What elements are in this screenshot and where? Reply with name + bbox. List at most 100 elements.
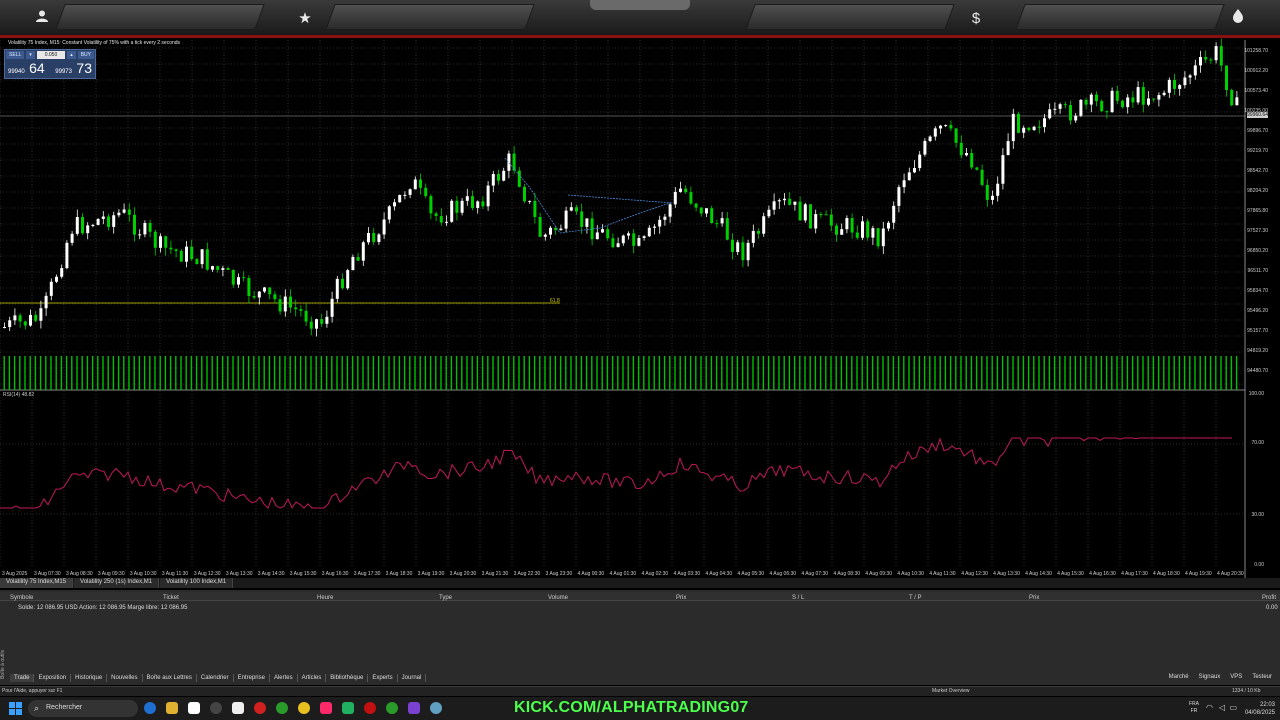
column-header-sl[interactable]: S / L: [792, 595, 804, 601]
candle-body: [777, 200, 781, 202]
lot-increase-button[interactable]: ▴: [67, 51, 76, 59]
volume-bar: [86, 356, 89, 390]
volume-bar: [596, 356, 598, 390]
store-icon[interactable]: [188, 702, 200, 714]
candle-body: [902, 180, 906, 188]
taskbar-search-box[interactable]: ⌕ Rechercher: [28, 700, 138, 717]
star-icon[interactable]: ★: [295, 9, 315, 29]
app-icon[interactable]: [254, 702, 266, 714]
column-header-type[interactable]: Type: [439, 595, 452, 601]
chart-tab[interactable]: Volatility 75 Index,M15: [0, 578, 74, 588]
vps-link[interactable]: VPS: [1230, 674, 1242, 680]
candle-body: [1173, 79, 1176, 89]
candle-body: [746, 242, 750, 261]
lot-decrease-button[interactable]: ▾: [26, 51, 35, 59]
tab-calendar[interactable]: Calendrier: [197, 674, 234, 682]
tab-library[interactable]: Bibliothèque: [326, 674, 369, 682]
candle-body: [476, 201, 480, 208]
volume-bar: [757, 356, 759, 390]
app-icon[interactable]: [210, 702, 222, 714]
sell-price[interactable]: 99940 64: [8, 60, 45, 78]
candle-body: [679, 188, 682, 192]
column-header-time[interactable]: Heure: [317, 595, 333, 601]
tab-exposure[interactable]: Exposition: [34, 674, 72, 682]
tab-trade[interactable]: Trade: [10, 674, 35, 682]
app-icon[interactable]: [408, 702, 420, 714]
time-axis-label: 3 Aug 2025: [2, 571, 28, 577]
volume-bar: [736, 356, 739, 390]
column-header-ticket[interactable]: Ticket: [163, 595, 179, 601]
edge-icon[interactable]: [144, 702, 156, 714]
flame-icon[interactable]: [1228, 9, 1248, 29]
chart-tab[interactable]: Volatility 100 Index,M1: [160, 578, 234, 588]
column-header-current-price[interactable]: Prix: [1029, 595, 1039, 601]
candle-body: [481, 201, 485, 207]
tester-link[interactable]: Testeur: [1252, 674, 1272, 680]
bar-slab: [745, 4, 955, 30]
system-clock[interactable]: 22:03 04/08/2025: [1245, 701, 1275, 717]
app-icon[interactable]: [386, 702, 398, 714]
tab-news[interactable]: Nouvelles: [107, 674, 143, 682]
one-click-trading-panel[interactable]: SELL ▾ 0.050 ▴ BUY 99940 64 99973 73: [4, 49, 96, 79]
volume-bar: [819, 356, 822, 390]
candle-body: [96, 218, 100, 225]
volume-icon[interactable]: ◁: [1219, 703, 1225, 712]
volume-bar: [637, 356, 640, 390]
tab-company[interactable]: Entreprise: [234, 674, 270, 682]
tab-journal[interactable]: Journal: [398, 674, 427, 682]
column-header-volume[interactable]: Volume: [548, 595, 568, 601]
user-icon[interactable]: [32, 9, 52, 29]
candle-body: [153, 231, 157, 248]
column-header-tp[interactable]: T / P: [909, 595, 922, 601]
volume-bar: [1079, 356, 1082, 390]
column-header-symbol[interactable]: Symbole: [10, 595, 33, 601]
price-chart[interactable]: Volatility 75 Index, M15: Constant Volat…: [0, 38, 1280, 578]
candle-body: [793, 201, 797, 205]
tab-alerts[interactable]: Alertes: [270, 674, 298, 682]
trendline-drawing: [567, 194, 673, 204]
volume-bar: [367, 356, 369, 390]
chrome-icon[interactable]: [298, 702, 310, 714]
sell-button[interactable]: SELL: [6, 51, 25, 59]
time-axis-label: 4 Aug 00:30: [577, 571, 605, 577]
battery-icon[interactable]: ▭: [1229, 703, 1237, 712]
chart-tab[interactable]: Volatility 250 (1s) Index,M1: [74, 578, 160, 588]
candle-body: [1230, 89, 1234, 106]
buy-button[interactable]: BUY: [77, 51, 94, 59]
app-icon[interactable]: [276, 702, 288, 714]
dollar-icon[interactable]: $: [966, 9, 986, 29]
candle-body: [632, 233, 636, 246]
volume-bar: [1053, 356, 1056, 390]
volume-bar: [247, 356, 250, 390]
tab-mailbox[interactable]: Boîte aux Lettres: [143, 674, 197, 682]
lot-size-input[interactable]: 0.050: [36, 51, 66, 59]
windows-start-icon[interactable]: [9, 702, 22, 715]
app-icon[interactable]: [430, 702, 442, 714]
profile-name[interactable]: Market Overview: [932, 688, 970, 694]
column-header-price[interactable]: Prix: [676, 595, 686, 601]
buy-price[interactable]: 99973 73: [55, 60, 92, 78]
document-icon[interactable]: [232, 702, 244, 714]
candle-body: [471, 196, 474, 208]
tiktok-icon[interactable]: [320, 702, 332, 714]
volume-bar: [71, 356, 73, 390]
signals-link[interactable]: Signaux: [1199, 674, 1221, 680]
volume-bar: [1085, 356, 1087, 390]
file-explorer-icon[interactable]: [166, 702, 178, 714]
app-icon[interactable]: [342, 702, 354, 714]
candle-body: [268, 287, 272, 295]
column-header-profit[interactable]: Profit: [1262, 595, 1276, 601]
market-link[interactable]: Marché: [1169, 674, 1189, 680]
tab-history[interactable]: Historique: [71, 674, 108, 682]
volume-bar: [206, 356, 208, 390]
tab-articles[interactable]: Articles: [298, 674, 327, 682]
wifi-icon[interactable]: ◠: [1206, 703, 1213, 712]
volume-bar: [539, 356, 541, 390]
volume-bar: [263, 356, 265, 390]
chart-canvas[interactable]: [0, 38, 1280, 578]
candle-body: [871, 228, 875, 238]
opera-icon[interactable]: [364, 702, 376, 714]
language-indicator[interactable]: FRA FR: [1189, 701, 1199, 715]
volume-bar: [669, 356, 671, 390]
tab-experts[interactable]: Experts: [368, 674, 398, 682]
